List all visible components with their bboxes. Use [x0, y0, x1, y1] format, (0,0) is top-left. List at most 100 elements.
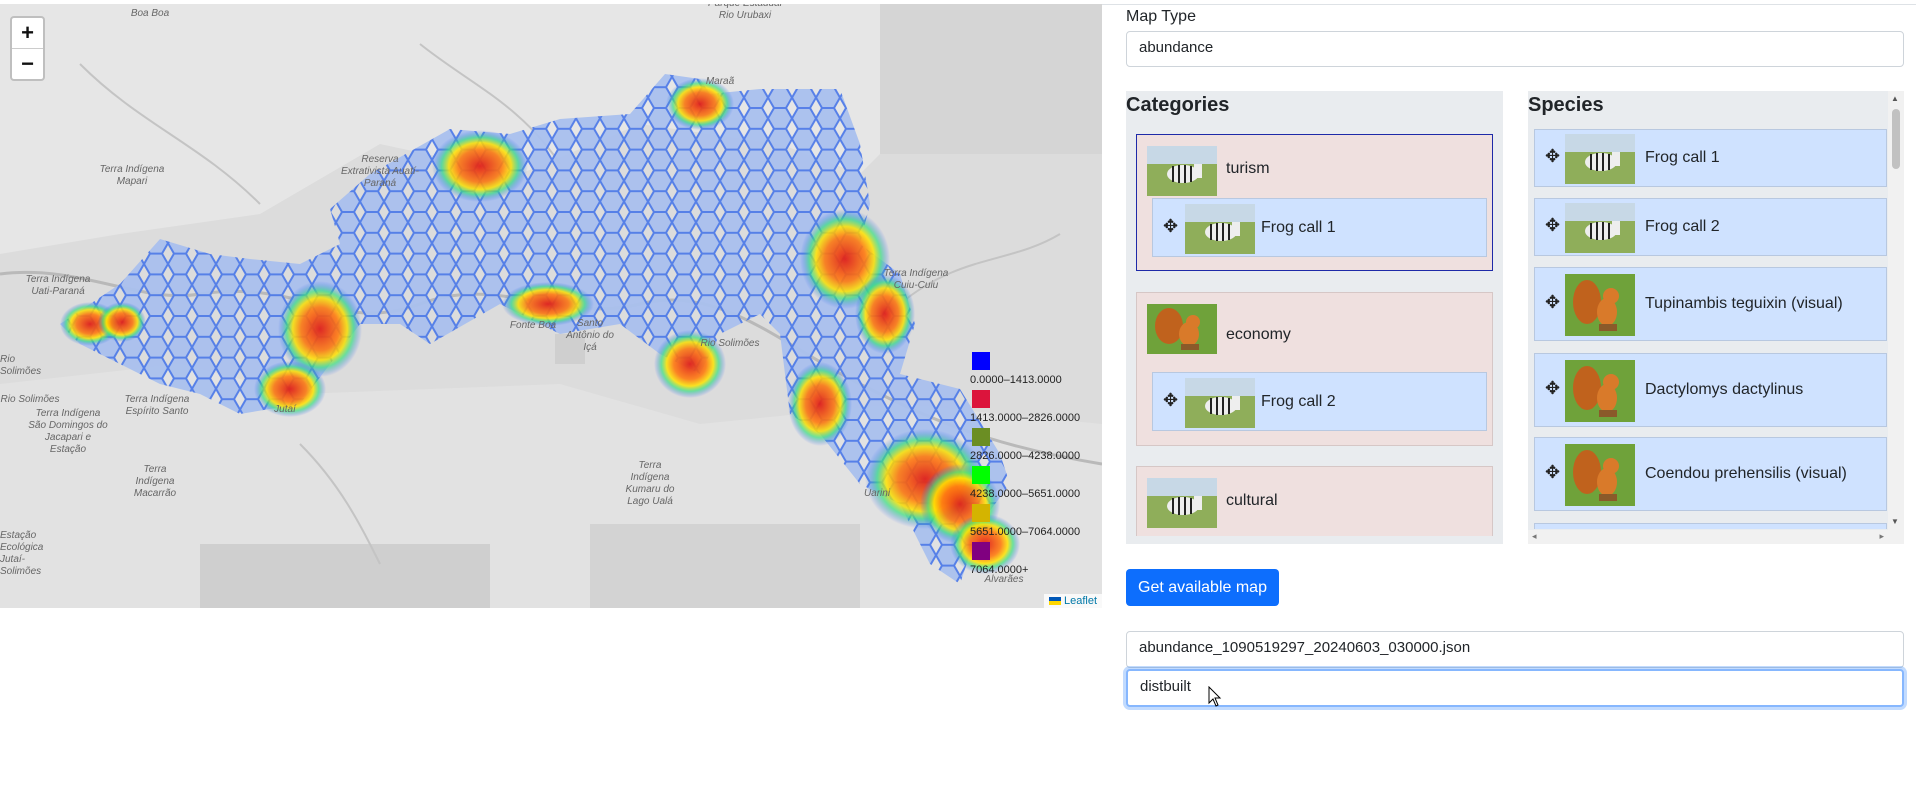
legend-swatch: [972, 352, 990, 370]
get-available-map-button[interactable]: Get available map: [1126, 569, 1279, 606]
species-name: Frog call 1: [1645, 149, 1720, 166]
move-icon[interactable]: ✥: [1163, 390, 1178, 411]
legend-swatch: [972, 542, 990, 560]
file-name-input[interactable]: abundance_1090519297_20240603_030000.jso…: [1126, 631, 1904, 668]
scrollbar-thumb[interactable]: [1892, 109, 1900, 169]
species-name: Coendou prehensilis (visual): [1645, 465, 1847, 482]
zoom-control: + −: [10, 16, 45, 81]
species-name: Dactylomys dactylinus: [1645, 381, 1804, 398]
legend-item: 4238.0000–5651.0000: [970, 466, 1100, 504]
place-label: Terra Indígena Uati-Paraná: [25, 274, 91, 297]
species-name: Frog call 2: [1261, 393, 1336, 410]
place-label: Terra Indígena Kumaru do Lago Ualá: [625, 460, 675, 507]
place-label: Reserva Extrativista Auatí-Paraná: [341, 154, 419, 189]
species-panel: Species ✥ Frog call 1 ✥ Frog call 2 ✥ Tu…: [1528, 91, 1904, 544]
scroll-right-icon[interactable]: ▸: [1879, 531, 1884, 542]
species-hscrollbar[interactable]: ◂ ▸: [1528, 530, 1888, 544]
place-label: Maraã: [705, 76, 735, 87]
species-item[interactable]: ✥ Frog call 1: [1534, 129, 1887, 187]
zebra-thumb: [1565, 134, 1635, 184]
move-icon[interactable]: ✥: [1545, 462, 1560, 483]
species-item[interactable]: ✥ Coendou prehensilis (visual): [1534, 437, 1887, 511]
categories-panel: Categories turism ✥ Frog call 1 economy …: [1126, 91, 1503, 544]
move-icon[interactable]: ✥: [1545, 146, 1560, 167]
place-label: Terra Indígena Macarrão: [133, 464, 177, 499]
panel-divider: [1102, 4, 1916, 5]
squirrel-thumb: [1565, 360, 1635, 422]
place-label: Estação Ecológica Jutaí-Solimões: [0, 530, 44, 577]
legend-swatch: [972, 390, 990, 408]
place-label: Paraná do Boa Boa: [127, 4, 173, 19]
place-label: Santo Antônio do Içá: [566, 318, 614, 353]
species-item[interactable]: ✥ Dactylomys dactylinus: [1534, 353, 1887, 427]
place-label: Fonte Boa: [509, 320, 557, 331]
scroll-down-icon[interactable]: ▼: [1891, 517, 1899, 526]
move-icon[interactable]: ✥: [1545, 378, 1560, 399]
legend-label: 1413.0000–2826.0000: [970, 412, 1081, 424]
categories-title: Categories: [1126, 94, 1230, 116]
map-type-input[interactable]: abundance: [1126, 31, 1904, 67]
category-turism[interactable]: turism ✥ Frog call 1: [1136, 134, 1493, 271]
legend-swatch: [972, 504, 990, 522]
species-name: Frog call 1: [1261, 219, 1336, 236]
place-label: Terra Indígena São Domingos do Jacapari …: [28, 408, 108, 455]
squirrel-thumb: [1565, 274, 1635, 336]
legend-item: 2826.0000–4238.0000: [970, 428, 1100, 466]
place-label: Terra Indígena Cuiu-Cuiu: [883, 268, 949, 291]
place-label: Rio Solimões: [0, 354, 42, 377]
place-label: Terra Indígena Espírito Santo: [124, 394, 190, 417]
zebra-thumb: [1147, 146, 1217, 196]
scroll-left-icon[interactable]: ◂: [1532, 531, 1537, 542]
mouse-cursor-icon: [1208, 686, 1222, 707]
species-item[interactable]: ✥ Frog call 2: [1534, 198, 1887, 256]
squirrel-thumb: [1565, 444, 1635, 506]
species-item-partial[interactable]: [1534, 523, 1887, 529]
move-icon[interactable]: ✥: [1163, 216, 1178, 237]
map-basemap: [0, 4, 1102, 608]
species-item[interactable]: ✥ Tupinambis teguixin (visual): [1534, 267, 1887, 341]
legend-label: 4238.0000–5651.0000: [970, 488, 1081, 500]
species-name: Tupinambis teguixin (visual): [1645, 295, 1843, 312]
place-label: Jutaí: [274, 404, 296, 415]
legend-swatch: [972, 466, 990, 484]
zoom-out-button[interactable]: −: [12, 48, 43, 79]
zebra-thumb: [1185, 378, 1255, 428]
legend-item: 1413.0000–2826.0000: [970, 390, 1100, 428]
legend-label: 0.0000–1413.0000: [970, 374, 1062, 386]
move-icon[interactable]: ✥: [1545, 215, 1560, 236]
legend-label: 7064.0000+: [970, 564, 1029, 576]
legend-item: 0.0000–1413.0000: [970, 352, 1100, 390]
place-label: Terra Indígena Mapari: [99, 164, 165, 187]
ukraine-flag-icon: [1048, 597, 1061, 606]
species-scrollbar[interactable]: ▲ ▼: [1888, 91, 1904, 544]
legend-label: 2826.0000–4238.0000: [970, 450, 1081, 462]
category-name: cultural: [1226, 492, 1278, 509]
category-species-item[interactable]: ✥ Frog call 2: [1152, 372, 1487, 431]
legend-item: 7064.0000+: [970, 542, 1100, 580]
species-title: Species: [1528, 94, 1604, 116]
map[interactable]: + − Paraná do Boa Boa Parque Estadual Ri…: [0, 4, 1102, 608]
place-label: Rio Solimões: [0, 394, 60, 405]
leaflet-link[interactable]: Leaflet: [1064, 595, 1097, 607]
species-name: Frog call 2: [1645, 218, 1720, 235]
category-economy[interactable]: economy ✥ Frog call 2: [1136, 292, 1493, 446]
category-cultural[interactable]: cultural: [1136, 466, 1493, 536]
zoom-in-button[interactable]: +: [12, 18, 43, 48]
squirrel-thumb: [1147, 304, 1217, 354]
map-attribution: Leaflet: [1043, 594, 1102, 608]
legend-label: 5651.0000–7064.0000: [970, 526, 1081, 538]
map-legend: 0.0000–1413.0000 1413.0000–2826.0000 282…: [970, 352, 1100, 580]
place-label: Parque Estadual Rio Urubaxi: [708, 4, 782, 21]
map-type-label: Map Type: [1126, 8, 1196, 25]
category-name: turism: [1226, 160, 1270, 177]
place-label: Rio Solimões: [700, 338, 760, 349]
place-label: Uarini: [863, 488, 891, 499]
zebra-thumb: [1565, 203, 1635, 253]
legend-swatch: [972, 428, 990, 446]
category-species-item[interactable]: ✥ Frog call 1: [1152, 198, 1487, 257]
dist-name-input[interactable]: distbuilt: [1126, 669, 1904, 707]
zebra-thumb: [1185, 204, 1255, 254]
category-name: economy: [1226, 326, 1291, 343]
scroll-up-icon[interactable]: ▲: [1891, 94, 1899, 103]
move-icon[interactable]: ✥: [1545, 292, 1560, 313]
